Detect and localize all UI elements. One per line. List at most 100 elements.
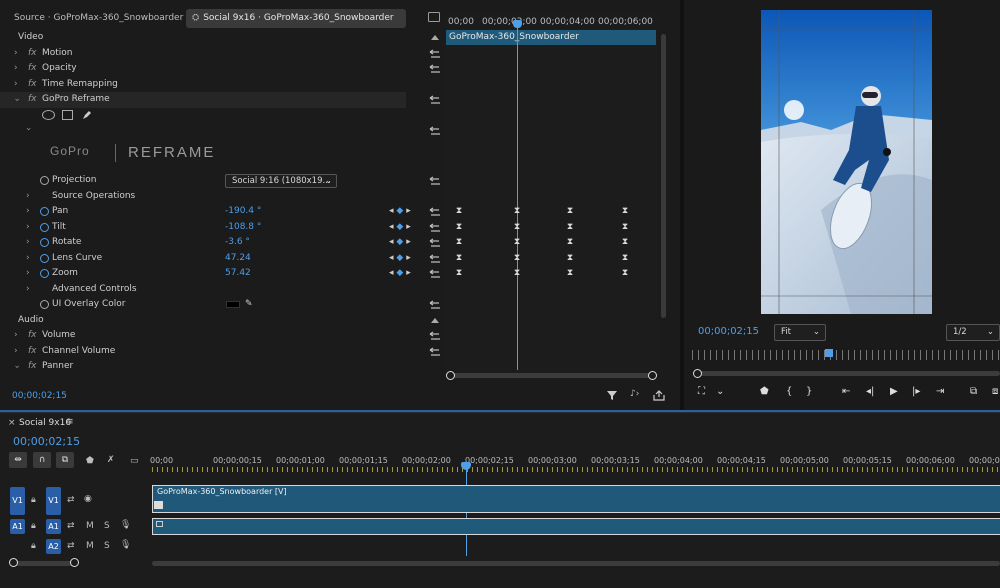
source-patch-a1[interactable]: A1 (10, 519, 25, 534)
reset-icon[interactable] (428, 223, 442, 233)
mark-in-icon[interactable]: { (786, 386, 792, 397)
eye-icon[interactable]: ◉ (84, 494, 92, 504)
param-value[interactable]: 47.24 (225, 251, 251, 267)
resolution-dropdown[interactable]: 1/2 ⌄ (946, 324, 1000, 341)
ec-playhead[interactable] (517, 20, 518, 370)
mic-icon[interactable]: 🎙︎ (120, 540, 131, 550)
mute-button[interactable]: M (86, 521, 94, 531)
chevron-down-icon[interactable]: › (8, 98, 24, 102)
program-zoom-handle[interactable] (693, 369, 702, 378)
reset-icon[interactable] (428, 49, 442, 59)
stopwatch-icon[interactable] (40, 207, 49, 216)
chevron-right-icon[interactable]: › (14, 344, 18, 360)
effect-row-time-remapping[interactable]: › fx Time Remapping (0, 77, 444, 93)
keyframe-marker[interactable]: ⧗ (621, 222, 629, 232)
keyframe-marker[interactable]: ⧗ (455, 269, 463, 278)
effect-row-channel-volume[interactable]: › fx Channel Volume (0, 344, 444, 360)
color-swatch[interactable] (226, 301, 240, 308)
chevron-down-icon[interactable]: › (8, 365, 24, 369)
zoom-handle-left[interactable] (446, 371, 455, 380)
chevron-right-icon[interactable]: › (26, 204, 30, 220)
stopwatch-icon[interactable] (40, 222, 49, 232)
work-area-bar[interactable] (152, 467, 1000, 472)
chevron-right-icon[interactable]: › (26, 282, 30, 298)
tab-effect-controls[interactable]: ⛭ Social 9x16 · GoProMax-360_Snowboarder (186, 9, 406, 28)
keyframe-marker[interactable]: ⧗ (513, 269, 521, 278)
chevron-right-icon[interactable]: › (26, 266, 30, 282)
stopwatch-icon[interactable] (40, 238, 49, 247)
step-forward-icon[interactable]: |▸ (912, 386, 920, 397)
collapse-up-icon[interactable] (430, 317, 440, 324)
keyframe-marker[interactable]: ⧗ (455, 238, 463, 247)
program-zoom-bar[interactable] (696, 371, 1000, 376)
mic-icon[interactable]: 🎙︎ (120, 520, 131, 530)
tab-source[interactable]: Source · GoPro​Max-360_Snowboarder (8, 9, 189, 28)
reset-icon[interactable] (428, 64, 442, 74)
video-clip[interactable]: GoProMax-360_Snowboarder [V] (152, 485, 1000, 513)
sequence-timecode[interactable]: 00;00;02;15 (13, 435, 80, 448)
nest-icon[interactable]: ⇹ (9, 452, 27, 468)
slider-handle-left[interactable] (9, 558, 18, 567)
chevron-right-icon[interactable]: › (14, 46, 18, 62)
vertical-scrollbar[interactable] (661, 34, 666, 318)
chevron-right-icon[interactable]: › (14, 77, 18, 93)
keyframe-marker[interactable]: ⧗ (513, 207, 521, 216)
keyframe-marker[interactable]: ⧗ (566, 207, 574, 216)
program-playhead[interactable] (825, 349, 833, 357)
stopwatch-icon[interactable] (40, 300, 49, 309)
keyframe-marker[interactable]: ⧗ (621, 269, 629, 278)
mute-button[interactable]: M (86, 541, 94, 551)
video-frame[interactable] (761, 10, 932, 314)
track-target-v1[interactable]: V1 (46, 487, 61, 515)
effect-controls-timeline[interactable] (446, 14, 658, 380)
keyframe-marker[interactable]: ⧗ (566, 238, 574, 247)
source-operations-row[interactable]: › Source Operations (0, 189, 444, 205)
track-height-slider[interactable] (15, 561, 75, 566)
collapse-up-icon[interactable] (430, 34, 440, 41)
sync-lock-icon[interactable]: ⇄ (67, 495, 75, 505)
chevron-right-icon[interactable]: › (14, 328, 18, 344)
chevron-down-icon[interactable]: › (23, 127, 33, 131)
keyframe-marker[interactable]: ⧗ (455, 207, 463, 216)
solo-button[interactable]: S (104, 541, 110, 551)
keyframe-marker[interactable]: ⧗ (513, 253, 521, 263)
keyframe-marker[interactable]: ⧗ (455, 253, 463, 263)
sequence-tab-label[interactable]: Social 9x16 (19, 418, 71, 428)
keyframe-marker[interactable]: ⧗ (621, 238, 629, 247)
pen-mask-icon[interactable] (81, 109, 93, 121)
ec-playhead-handle[interactable] (513, 20, 522, 28)
overwrite-icon[interactable]: ⧈ (992, 386, 998, 397)
ec-clip-bar[interactable]: GoProMax-360_Snowboarder (446, 30, 656, 45)
audio-clip[interactable] (152, 518, 1000, 535)
keyframe-marker[interactable]: ⧗ (566, 253, 574, 263)
step-back-icon[interactable]: ◂| (866, 386, 874, 397)
go-to-in-icon[interactable]: ⇤ (842, 386, 850, 397)
program-timecode[interactable]: 00;00;02;15 (698, 326, 759, 337)
linked-selection-icon[interactable]: ⧉ (56, 452, 74, 468)
zoom-scrollbar[interactable] (449, 373, 654, 378)
eyedropper-icon[interactable]: ✎ (245, 297, 253, 313)
chevron-down-icon[interactable]: ⌄ (716, 386, 724, 397)
program-ruler[interactable] (692, 350, 1000, 360)
zoom-handle-right[interactable] (648, 371, 657, 380)
snap-icon[interactable]: ∩ (33, 452, 51, 468)
keyframe-marker[interactable]: ⧗ (566, 222, 574, 232)
play-icon[interactable]: ▶ (890, 386, 898, 397)
reset-icon[interactable] (428, 347, 442, 357)
reset-icon[interactable] (428, 176, 442, 186)
mark-out-icon[interactable]: } (806, 386, 812, 397)
reset-icon[interactable] (428, 254, 442, 264)
keyframe-nav[interactable]: ◂ ◆ ▸ (389, 266, 421, 281)
reset-icon[interactable] (428, 95, 442, 105)
effect-row-opacity[interactable]: › fx Opacity (0, 61, 444, 77)
insert-icon[interactable]: ⧉ (970, 386, 977, 397)
close-icon[interactable]: × (8, 418, 16, 428)
advanced-controls-row[interactable]: › Advanced Controls (0, 282, 444, 298)
keyframe-marker[interactable]: ⧗ (513, 238, 521, 247)
sync-lock-icon[interactable]: ⇄ (67, 541, 75, 551)
param-value[interactable]: -108.8 ° (225, 220, 261, 236)
keyframe-marker[interactable]: ⧗ (566, 269, 574, 278)
projection-dropdown[interactable]: Social 9:16 (1080x19... ⌄ (225, 174, 337, 188)
stopwatch-icon[interactable] (40, 269, 49, 278)
keyframe-nav[interactable]: ◂ ◆ ▸ (389, 251, 421, 266)
